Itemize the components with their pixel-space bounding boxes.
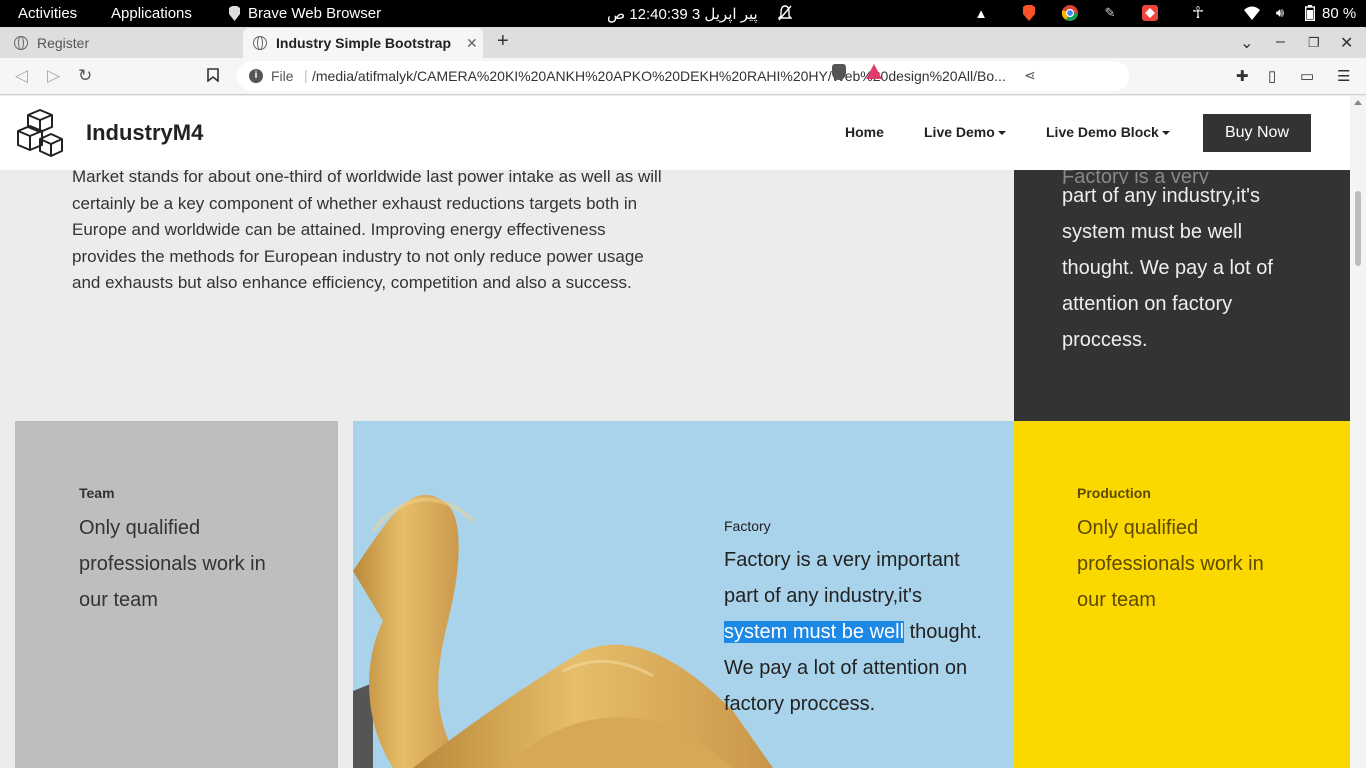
globe-icon <box>14 36 28 50</box>
close-tab-icon[interactable]: ✕ <box>466 35 478 52</box>
sidebar-icon[interactable]: ▯ <box>1268 67 1276 85</box>
url-text[interactable]: /media/atifmalyk/CAMERA%20KI%20ANKH%20AP… <box>312 68 1012 84</box>
accessibility-icon[interactable]: ☥ <box>1189 4 1207 22</box>
tab-label: Industry Simple Bootstrap <box>276 35 452 51</box>
team-card: Team Only qualified professionals work i… <box>15 421 338 768</box>
battery-icon[interactable] <box>1301 4 1319 22</box>
brave-tray-icon[interactable] <box>1021 4 1037 22</box>
volume-icon[interactable]: 🔊︎ <box>1271 4 1289 22</box>
selected-text[interactable]: system must be well <box>724 621 905 643</box>
scrollbar-thumb[interactable] <box>1355 191 1361 266</box>
wifi-icon[interactable] <box>1243 4 1261 22</box>
team-text: Only qualified professionals work in our… <box>79 517 266 611</box>
page-scrollbar[interactable] <box>1350 96 1366 768</box>
tab-register[interactable]: Register <box>4 28 240 58</box>
close-window-button[interactable]: ✕ <box>1340 33 1353 53</box>
site-navbar: IndustryM4 Home Live Demo Live Demo Bloc… <box>0 96 1350 170</box>
forward-button[interactable]: ▷ <box>47 66 60 86</box>
url-scheme: File <box>271 68 294 84</box>
eject-icon[interactable]: ▲ <box>973 4 989 22</box>
activities-button[interactable]: Activities <box>18 5 77 22</box>
nav-home[interactable]: Home <box>845 124 884 140</box>
clock[interactable]: پیر اپریل 3 12:40:39 ص <box>607 5 758 23</box>
bookmark-icon[interactable] <box>207 68 219 86</box>
brave-app-icon <box>227 4 241 22</box>
site-info-icon[interactable]: i <box>249 69 263 83</box>
nav-live-demo-block-label: Live Demo Block <box>1046 124 1159 140</box>
active-app-name[interactable]: Brave Web Browser <box>248 5 381 22</box>
caret-down-icon <box>1161 131 1170 136</box>
applications-menu[interactable]: Applications <box>111 5 192 22</box>
anydesk-tray-icon[interactable] <box>1141 4 1159 22</box>
factory-card: Factory Factory is a very important part… <box>353 421 1013 768</box>
factory-text: Factory is a very important part of any … <box>724 542 984 722</box>
browser-toolbar: ◁ ▷ ↻ i File | /media/atifmalyk/CAMERA%2… <box>0 58 1366 95</box>
new-tab-button[interactable]: + <box>497 30 509 53</box>
factory-label: Factory <box>724 518 771 534</box>
system-top-bar: Activities Applications Brave Web Browse… <box>0 0 1366 27</box>
notifications-muted-icon <box>776 4 794 22</box>
back-button[interactable]: ◁ <box>15 66 28 86</box>
nav-live-demo[interactable]: Live Demo <box>924 124 1006 140</box>
intro-paragraph: Market stands for about one-third of wor… <box>72 167 662 292</box>
brave-rewards-icon[interactable] <box>866 64 882 79</box>
tab-industry[interactable]: Industry Simple Bootstrap ✕ <box>243 28 483 58</box>
share-icon[interactable]: ⋖ <box>1024 67 1036 84</box>
team-label: Team <box>79 485 115 501</box>
production-label: Production <box>1077 485 1151 501</box>
battery-percent: 80 % <box>1322 5 1357 22</box>
production-card: Production Only qualified professionals … <box>1013 421 1350 768</box>
extensions-icon[interactable]: ✚ <box>1236 67 1249 85</box>
globe-icon <box>253 36 267 50</box>
menu-icon[interactable]: ☰ <box>1337 67 1350 85</box>
minimize-button[interactable]: – <box>1276 33 1285 51</box>
address-bar[interactable]: i File | /media/atifmalyk/CAMERA%20KI%20… <box>237 61 1129 91</box>
wallet-icon[interactable]: ▭ <box>1300 67 1314 85</box>
reload-button[interactable]: ↻ <box>78 66 92 86</box>
nav-live-demo-block[interactable]: Live Demo Block <box>1046 124 1170 140</box>
web-page: Market stands for about one-third of wor… <box>0 96 1350 768</box>
tab-strip: Register Industry Simple Bootstrap ✕ + ⌄… <box>0 27 1366 58</box>
tab-search-chevron-icon[interactable]: ⌄ <box>1240 33 1253 53</box>
nav-live-demo-label: Live Demo <box>924 124 995 140</box>
factory-text-before: Factory is a very important part of any … <box>724 549 960 607</box>
scroll-up-arrow-icon[interactable] <box>1354 100 1362 105</box>
brave-shields-icon[interactable] <box>832 64 846 80</box>
dark-panel-text: part of any industry,it's system must be… <box>1062 185 1273 351</box>
caret-down-icon <box>997 131 1006 136</box>
production-text: Only qualified professionals work in our… <box>1077 517 1264 611</box>
buy-now-button[interactable]: Buy Now <box>1203 114 1311 152</box>
tab-label: Register <box>37 35 90 51</box>
restore-button[interactable]: ❐ <box>1308 35 1320 51</box>
cube-logo-icon[interactable] <box>16 109 64 157</box>
paperclip-icon[interactable]: ✎ <box>1101 4 1119 22</box>
chrome-tray-icon[interactable] <box>1061 4 1079 22</box>
url-separator: | <box>304 67 308 83</box>
brand-name[interactable]: IndustryM4 <box>86 120 203 146</box>
